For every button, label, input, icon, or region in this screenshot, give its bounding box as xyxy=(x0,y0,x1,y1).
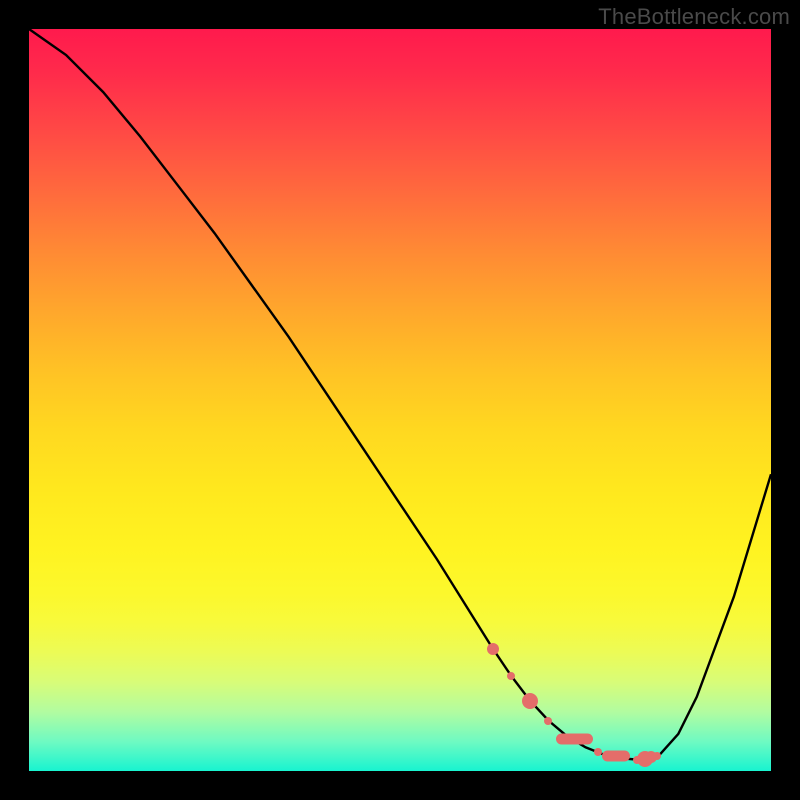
chart-frame: TheBottleneck.com xyxy=(0,0,800,800)
watermark-text: TheBottleneck.com xyxy=(598,4,790,30)
curve-line xyxy=(29,29,771,771)
marker-dot xyxy=(544,717,552,725)
plot-area xyxy=(29,29,771,771)
marker-dot xyxy=(522,693,538,709)
marker-pill xyxy=(602,751,630,762)
marker-pill xyxy=(556,733,593,744)
marker-dot xyxy=(653,752,661,760)
marker-dot xyxy=(487,643,499,655)
marker-dot xyxy=(507,672,515,680)
